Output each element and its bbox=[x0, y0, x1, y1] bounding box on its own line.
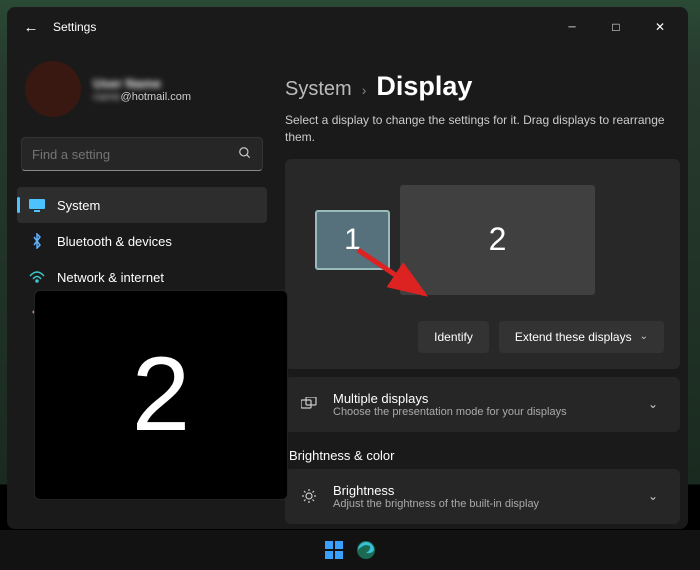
identify-button[interactable]: Identify bbox=[418, 321, 489, 353]
maximize-button[interactable] bbox=[594, 7, 638, 47]
chevron-down-icon[interactable]: ⌄ bbox=[642, 489, 664, 503]
extend-displays-dropdown[interactable]: Extend these displays ⌄ bbox=[499, 321, 664, 353]
bluetooth-icon bbox=[29, 233, 45, 249]
identify-display-overlay: 2 bbox=[34, 290, 288, 500]
taskbar bbox=[0, 530, 700, 570]
sidebar-item-label: Bluetooth & devices bbox=[57, 234, 172, 249]
title-bar: ← Settings bbox=[7, 7, 688, 47]
page-title: Display bbox=[376, 71, 472, 102]
section-heading: Brightness & color bbox=[289, 448, 680, 463]
start-button[interactable] bbox=[323, 539, 345, 561]
network-icon bbox=[29, 269, 45, 285]
search-box[interactable] bbox=[21, 137, 263, 171]
user-email: name@hotmail.com bbox=[93, 91, 191, 103]
display-arrangement-card: 1 2 Identify Extend these displays ⌄ bbox=[285, 159, 680, 369]
setting-desc: Choose the presentation mode for your di… bbox=[333, 406, 626, 418]
multiple-displays-icon bbox=[301, 396, 317, 412]
search-icon bbox=[238, 146, 252, 163]
search-input[interactable] bbox=[32, 147, 238, 162]
sidebar-item-label: System bbox=[57, 198, 100, 213]
edge-icon[interactable] bbox=[355, 539, 377, 561]
chevron-down-icon[interactable]: ⌄ bbox=[642, 397, 664, 411]
window-title: Settings bbox=[49, 20, 550, 34]
chevron-right-icon: › bbox=[362, 82, 367, 98]
brightness-icon bbox=[301, 488, 317, 504]
system-icon bbox=[29, 197, 45, 213]
breadcrumb: System › Display bbox=[285, 71, 680, 102]
minimize-button[interactable] bbox=[550, 7, 594, 48]
user-profile[interactable]: User Name name@hotmail.com bbox=[17, 47, 267, 137]
breadcrumb-parent[interactable]: System bbox=[285, 78, 352, 101]
sidebar-item-system[interactable]: System bbox=[17, 187, 267, 223]
user-name: User Name bbox=[93, 76, 191, 91]
back-button[interactable]: ← bbox=[13, 19, 49, 36]
setting-title: Brightness bbox=[333, 483, 626, 498]
close-button[interactable] bbox=[638, 7, 682, 47]
sidebar-item-bluetooth[interactable]: Bluetooth & devices bbox=[17, 223, 267, 259]
multiple-displays-card[interactable]: Multiple displays Choose the presentatio… bbox=[285, 377, 680, 432]
avatar bbox=[25, 61, 81, 117]
setting-desc: Adjust the brightness of the built-in di… bbox=[333, 498, 626, 510]
display-2[interactable]: 2 bbox=[400, 185, 595, 295]
display-row[interactable]: 1 2 bbox=[301, 175, 664, 305]
page-subtitle: Select a display to change the settings … bbox=[285, 112, 680, 147]
chevron-down-icon: ⌄ bbox=[640, 331, 648, 342]
display-1[interactable]: 1 bbox=[315, 210, 390, 270]
content-area: System › Display Select a display to cha… bbox=[277, 47, 688, 529]
sidebar-item-label: Network & internet bbox=[57, 270, 164, 285]
setting-title: Multiple displays bbox=[333, 391, 626, 406]
brightness-card[interactable]: Brightness Adjust the brightness of the … bbox=[285, 469, 680, 524]
